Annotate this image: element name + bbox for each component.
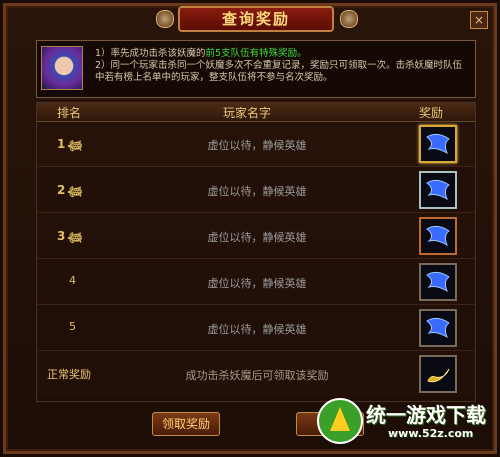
header-reward: 奖励 (419, 106, 444, 120)
player-cell: 虚位以待，静候英雄 (207, 277, 307, 290)
table-header: 排名 玩家名字 奖励 (37, 103, 475, 122)
table-row: 5 虚位以待，静候英雄 (37, 305, 475, 351)
reward-slot[interactable] (419, 355, 457, 393)
npc-portrait (41, 46, 83, 90)
player-cell: 虚位以待，静候英雄 (207, 185, 307, 198)
title-ornament-left-icon (156, 10, 174, 28)
site-watermark: 统一游戏下载 www.52z.com (316, 397, 492, 449)
rank-cell: 1𓆉 (57, 137, 83, 151)
table-row: 2𓆉 虚位以待，静候英雄 (37, 167, 475, 213)
blue-gem-icon (426, 317, 450, 339)
info-text: 1）率先成功击杀该妖魔的前5支队伍有特殊奖励。 2）同一个玩家击杀同一个妖魔多次… (95, 48, 469, 84)
reward-slot[interactable] (419, 125, 457, 163)
header-player: 玩家名字 (223, 106, 272, 120)
player-cell: 成功击杀妖魔后可领取该奖励 (185, 369, 329, 382)
watermark-url: www.52z.com (388, 427, 474, 440)
blue-gem-icon (426, 133, 450, 155)
reward-slot[interactable] (419, 309, 457, 347)
reward-window: 查询奖励 × 1）率先成功击杀该妖魔的前5支队伍有特殊奖励。 2）同一个玩家击杀… (3, 3, 497, 454)
reward-slot[interactable] (419, 263, 457, 301)
window-title-plate: 查询奖励 (178, 6, 334, 32)
blue-gem-icon (426, 179, 450, 201)
watermark-text: 统一游戏下载 (366, 403, 486, 427)
table-row: 1𓆉 虚位以待，静候英雄 (37, 121, 475, 167)
player-cell: 虚位以待，静候英雄 (207, 323, 307, 336)
blue-gem-icon (426, 271, 450, 293)
window-title: 查询奖励 (221, 10, 290, 28)
title-ornament-right-icon (340, 10, 358, 28)
reward-slot[interactable] (419, 171, 457, 209)
player-cell: 虚位以待，静候英雄 (207, 231, 307, 244)
reward-slot[interactable] (419, 217, 457, 255)
rank-cell: 正常奖励 (47, 368, 91, 381)
info-line2: 2）同一个玩家击杀同一个妖魔多次不会重复记录，奖励只可领取一次。击杀妖魔时队伍中… (95, 60, 463, 83)
info-line1-highlight: 前5支队伍有特殊奖励。 (205, 48, 307, 59)
ranking-table: 排名 玩家名字 奖励 1𓆉 虚位以待，静候英雄 2𓆉 虚位以待，静候英雄 3𓆉 … (36, 102, 476, 402)
player-cell: 虚位以待，静候英雄 (207, 139, 307, 152)
table-row: 正常奖励 成功击杀妖魔后可领取该奖励 (37, 351, 475, 397)
info-line1-prefix: 1）率先成功击杀该妖魔的 (95, 48, 206, 59)
rank-cell: 4 (69, 274, 76, 287)
rank-cell: 3𓆉 (57, 229, 83, 243)
info-panel: 1）率先成功击杀该妖魔的前5支队伍有特殊奖励。 2）同一个玩家击杀同一个妖魔多次… (36, 40, 476, 98)
table-row: 3𓆉 虚位以待，静候英雄 (37, 213, 475, 259)
rank-cell: 2𓆉 (57, 183, 83, 197)
close-button[interactable]: × (470, 11, 488, 29)
header-rank: 排名 (57, 106, 82, 120)
claim-reward-button[interactable]: 领取奖励 (152, 412, 220, 436)
watermark-logo-icon (317, 398, 363, 444)
table-row: 4 虚位以待，静候英雄 (37, 259, 475, 305)
rank-cell: 5 (69, 320, 76, 333)
gold-crescent-icon (427, 368, 450, 383)
blue-gem-icon (426, 225, 450, 247)
